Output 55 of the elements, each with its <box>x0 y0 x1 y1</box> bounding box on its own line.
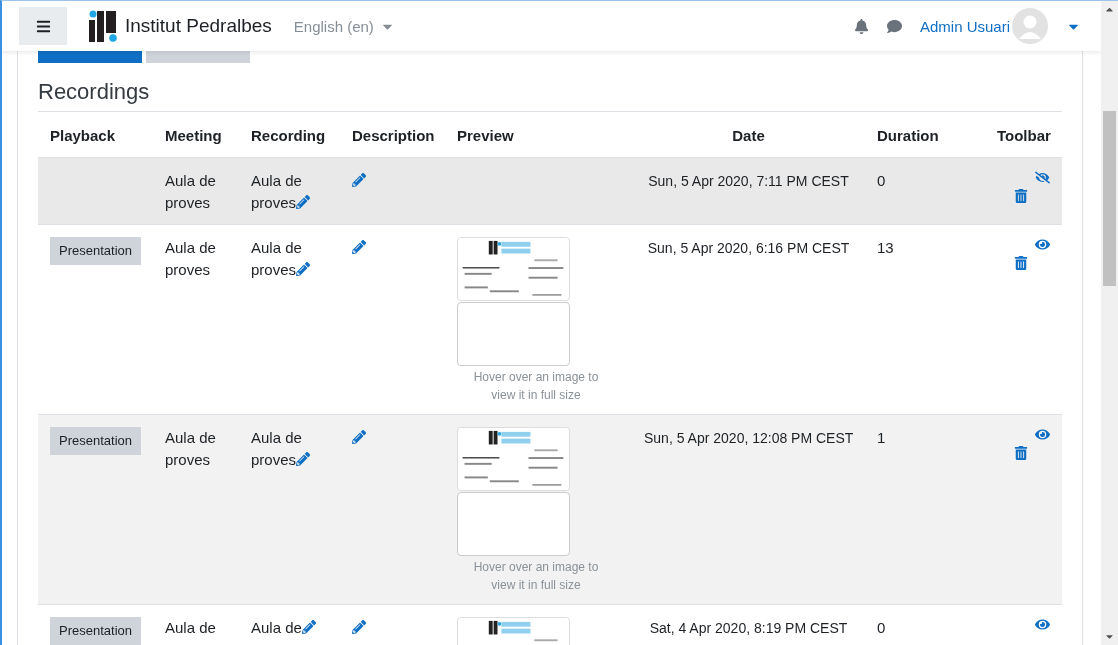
column-header: Date <box>632 112 865 158</box>
table-cell: Sat, 4 Apr 2020, 8:19 PM CEST <box>649 620 848 636</box>
table-cell: Aula de proves <box>251 429 302 468</box>
edit-icon[interactable] <box>352 430 366 444</box>
column-header: Meeting <box>153 112 239 158</box>
preview-hint: Hover over an image to view it in full size <box>472 559 600 594</box>
column-header: Recording <box>239 112 340 158</box>
scroll-thumb[interactable] <box>1103 111 1116 286</box>
trash-icon[interactable] <box>1013 446 1028 460</box>
presentation-button[interactable]: Presentation <box>50 617 141 645</box>
column-header: Preview <box>445 112 632 158</box>
column-header: Playback <box>38 112 153 158</box>
presentation-button[interactable]: Presentation <box>50 427 141 455</box>
edit-icon[interactable] <box>296 195 311 209</box>
trash-icon[interactable] <box>1013 256 1028 270</box>
eye-icon[interactable] <box>1035 617 1050 632</box>
edit-icon[interactable] <box>352 240 366 254</box>
logo-icon <box>89 10 119 42</box>
table-cell: Sun, 5 Apr 2020, 7:11 PM CEST <box>648 173 849 189</box>
table-cell: 0 <box>877 619 886 636</box>
table-cell: Sun, 5 Apr 2020, 6:16 PM CEST <box>647 240 850 256</box>
table-cell: 0 <box>877 172 886 189</box>
column-header: Duration <box>865 112 985 158</box>
edit-icon[interactable] <box>352 173 366 187</box>
edit-icon[interactable] <box>296 262 311 276</box>
table-cell: Aula de proves <box>251 172 302 211</box>
column-header: Toolbar <box>985 112 1062 158</box>
scrollbar[interactable] <box>1101 1 1118 645</box>
user-name[interactable]: Admin Usuari <box>919 17 1010 35</box>
table-cell: Aula de <box>165 619 216 636</box>
column-header: Description <box>340 112 445 158</box>
site-name[interactable]: Institut Pedralbes <box>125 15 272 37</box>
language-menu[interactable]: English (en) <box>293 17 395 35</box>
table-cell: Aula de proves <box>251 239 302 278</box>
chat-bubble-icon[interactable] <box>886 18 902 34</box>
eye-slash-icon[interactable] <box>1035 170 1050 185</box>
preview-hint: Hover over an image to view it in full size <box>472 369 600 404</box>
table-cell: Aula de <box>251 619 302 636</box>
edit-icon[interactable] <box>296 452 311 466</box>
table-cell: Aula de proves <box>165 429 216 468</box>
menu-button[interactable] <box>19 7 67 45</box>
edit-icon[interactable] <box>301 620 316 634</box>
table-cell: Sun, 5 Apr 2020, 12:08 PM CEST <box>644 430 854 446</box>
bell-icon[interactable] <box>853 18 869 34</box>
table-cell: Aula de proves <box>165 172 216 211</box>
edit-icon[interactable] <box>352 620 366 634</box>
section-title: Recordings <box>38 79 1062 112</box>
menu-icon <box>35 18 51 34</box>
trash-icon[interactable] <box>1013 189 1028 203</box>
eye-icon[interactable] <box>1035 427 1050 442</box>
table-cell: Aula de proves <box>165 239 216 278</box>
presentation-button[interactable]: Presentation <box>50 237 141 265</box>
eye-icon[interactable] <box>1035 237 1050 252</box>
table-cell: 1 <box>877 429 886 446</box>
table-cell: 13 <box>877 239 894 256</box>
